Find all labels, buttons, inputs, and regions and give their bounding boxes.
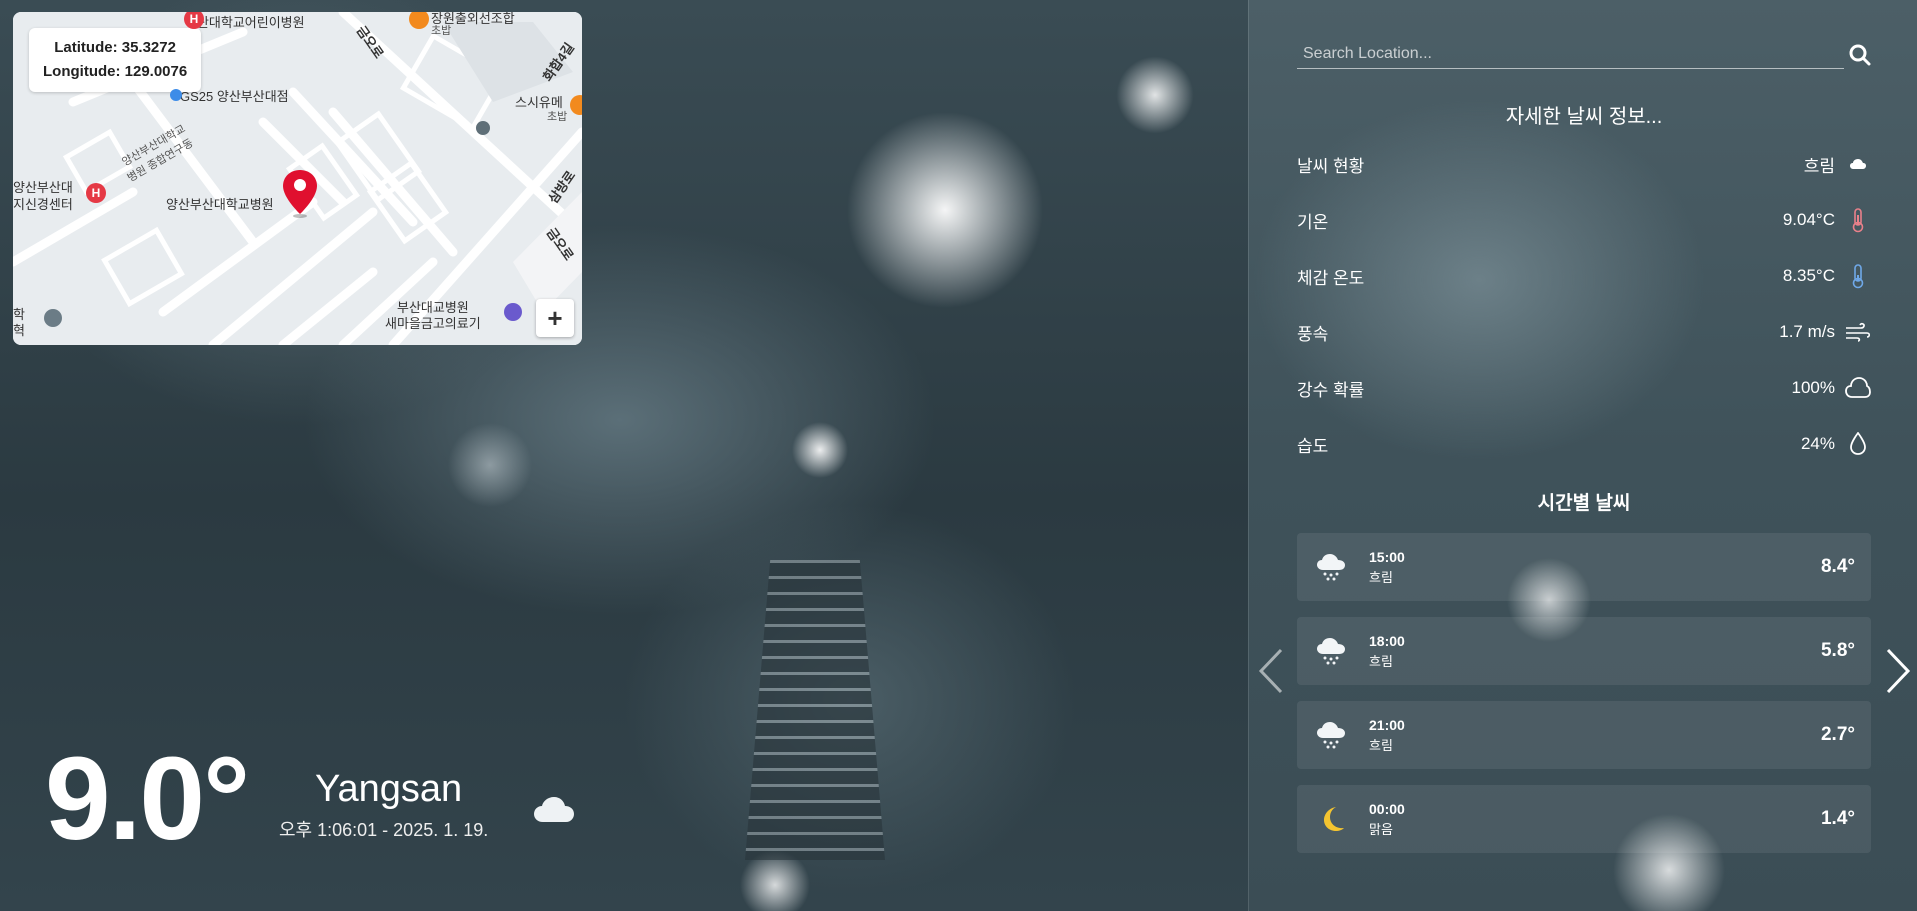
rain-cloud-icon: [1845, 375, 1871, 401]
map-label-top-right-2: 초밥: [431, 25, 452, 37]
snow-cloud-icon: [1313, 633, 1349, 669]
previous-arrow-icon[interactable]: [1258, 648, 1284, 699]
map-label-sushi-sub: 초밥: [547, 111, 568, 123]
detail-value: 100%: [1791, 378, 1835, 397]
hourly-temp: 5.8°: [1820, 640, 1855, 661]
hourly-condition: 맑음: [1369, 821, 1393, 837]
detail-label: 체감 온도: [1297, 268, 1365, 288]
detail-row-condition: 날씨 현황 흐림: [1297, 144, 1871, 184]
map-label-gs25: GS25 양산부산대점: [180, 89, 289, 104]
coordinates-box: Latitude: 35.3272 Longitude: 129.0076: [29, 28, 202, 92]
detail-label: 기온: [1297, 212, 1329, 232]
hourly-time: 21:00: [1369, 716, 1405, 733]
latitude-label: Latitude: 35.3272: [54, 39, 176, 56]
detail-row-precipitation: 강수 확률 100%: [1297, 368, 1871, 408]
search-icon[interactable]: [1849, 44, 1871, 71]
detail-label: 강수 확률: [1297, 380, 1365, 400]
detail-row-wind: 풍속 1.7 m/s: [1297, 312, 1871, 352]
current-temperature: 9.0°: [45, 733, 250, 865]
next-arrow-icon[interactable]: [1885, 648, 1911, 699]
hourly-card[interactable]: 21:00 흐림 2.7°: [1297, 701, 1871, 769]
hourly-condition: 흐림: [1369, 569, 1393, 585]
map-label-left-4: 혁: [13, 323, 25, 338]
map-label-bottom-2: 새마을금고의료기: [385, 316, 481, 331]
detail-value: 9.04°C: [1782, 210, 1835, 229]
details-title: 자세한 날씨 정보...: [1505, 106, 1663, 128]
cloud-icon: [1845, 151, 1871, 177]
hourly-card[interactable]: 15:00 흐림 8.4°: [1297, 533, 1871, 601]
map-widget[interactable]: Latitude: 35.3272 Longitude: 129.0076 부산…: [13, 12, 582, 345]
thermometer-cold-icon: [1845, 263, 1871, 289]
hourly-card[interactable]: 00:00 맑음 1.4°: [1297, 785, 1871, 853]
detail-value: 1.7 m/s: [1779, 322, 1835, 341]
thermometer-hot-icon: [1845, 207, 1871, 233]
moon-icon: [1313, 801, 1349, 837]
svg-text:H: H: [92, 186, 101, 200]
detail-row-temperature: 기온 9.04°C: [1297, 200, 1871, 240]
map-label-hospital-main: 양산부산대학교병원: [166, 197, 274, 212]
city-name: Yangsan: [315, 768, 463, 810]
hourly-title: 시간별 날씨: [1537, 493, 1631, 514]
snow-cloud-icon: [1313, 549, 1349, 585]
svg-text:H: H: [190, 12, 199, 26]
longitude-label: Longitude: 129.0076: [43, 63, 188, 80]
map-label-left-2: 지신경센터: [13, 197, 73, 212]
droplet-icon: [1845, 431, 1871, 457]
detail-label: 습도: [1297, 436, 1329, 456]
hourly-condition: 흐림: [1369, 653, 1393, 669]
zoom-in-button[interactable]: +: [536, 299, 574, 337]
hourly-time: 15:00: [1369, 548, 1405, 565]
search-input[interactable]: [1297, 40, 1844, 69]
hourly-condition: 흐림: [1369, 737, 1393, 753]
detail-label: 풍속: [1297, 324, 1329, 344]
hourly-time: 18:00: [1369, 632, 1405, 649]
snow-cloud-icon: [1313, 717, 1349, 753]
wind-icon: [1845, 319, 1871, 345]
hourly-card[interactable]: 18:00 흐림 5.8°: [1297, 617, 1871, 685]
cloud-icon: [533, 796, 575, 829]
hourly-temp: 1.4°: [1820, 808, 1855, 829]
hourly-temp: 2.7°: [1820, 724, 1855, 745]
detail-label: 날씨 현황: [1297, 156, 1365, 176]
detail-value: 흐림: [1803, 156, 1835, 176]
current-datetime: 오후 1:06:01 - 2025. 1. 19.: [279, 820, 489, 840]
detail-value: 24%: [1800, 434, 1835, 453]
hourly-temp: 8.4°: [1820, 556, 1855, 577]
detail-row-feels-like: 체감 온도 8.35°C: [1297, 256, 1871, 296]
detail-row-humidity: 습도 24%: [1297, 424, 1871, 464]
hourly-time: 00:00: [1369, 800, 1405, 817]
detail-value: 8.35°C: [1782, 266, 1835, 285]
